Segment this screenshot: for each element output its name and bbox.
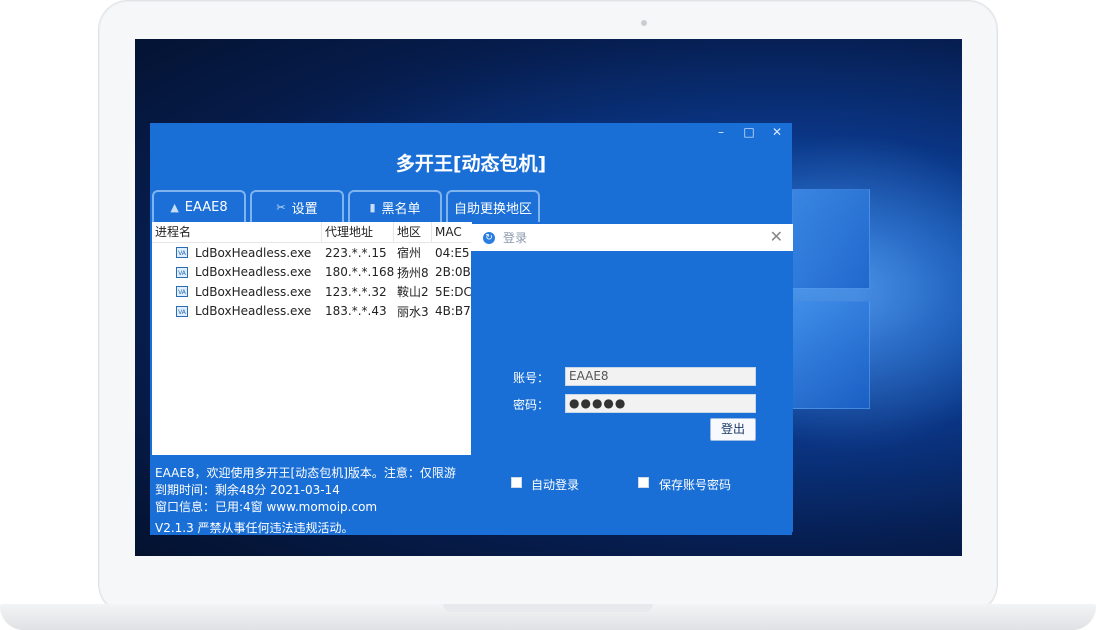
mac-cell: 4B:B7 <box>435 304 471 319</box>
process-name: LdBoxHeadless.exe <box>195 304 312 319</box>
tab-label: 自助更换地区 <box>453 201 532 217</box>
logout-button[interactable]: 登出 <box>710 418 756 441</box>
table-row[interactable]: VA LdBoxHeadless.exe 183.*.*.43 丽水3 4B:B7 <box>152 302 472 322</box>
tab-change-region[interactable]: 自助更换地区 <box>446 190 540 222</box>
maximize-button[interactable]: □ <box>742 125 756 141</box>
tools-icon: ✂ <box>276 200 286 214</box>
process-name: LdBoxHeadless.exe <box>195 265 312 280</box>
table-header: 进程名 代理地址 地区 MAC <box>152 222 472 243</box>
region-cell: 扬州8 <box>397 265 429 280</box>
login-title: 登录 <box>503 231 528 245</box>
process-cell: VA LdBoxHeadless.exe <box>152 285 322 299</box>
password-field[interactable]: ●●●●● <box>565 394 756 413</box>
tab-account[interactable]: ▲ EAAE8 <box>152 190 246 222</box>
column-header-region[interactable]: 地区 <box>394 222 432 242</box>
status-panel: EAAE8，欢迎使用多开王[动态包机]版本。注意：仅限游 到期时间：剩余48分 … <box>155 465 473 516</box>
app-title: 多开王[动态包机] <box>395 153 547 175</box>
account-label: 账号： <box>513 371 550 385</box>
desktop-screen: – □ ✕ 多开王[动态包机] ▲ EAAE8 ✂ 设置 ▮ 黑名单 自助更换地… <box>135 39 962 556</box>
window-controls: – □ ✕ <box>714 125 784 141</box>
app-logo-icon: ↻ <box>483 231 495 244</box>
window-info-text: 窗口信息：已用:4窗 www.momoip.com <box>155 500 378 514</box>
process-cell: VA LdBoxHeadless.exe <box>152 246 322 260</box>
windows-logo-pane-bottom-right <box>792 301 870 409</box>
table-row[interactable]: VA LdBoxHeadless.exe 223.*.*.15 宿州 04:E5 <box>152 243 472 263</box>
exe-icon: VA <box>176 305 188 317</box>
tab-label: 黑名单 <box>381 201 421 217</box>
mac-cell: 5E:DC <box>435 284 472 299</box>
proxy-cell: 183.*.*.43 <box>325 304 387 319</box>
proxy-cell: 223.*.*.15 <box>325 245 387 260</box>
process-cell: VA LdBoxHeadless.exe <box>152 265 322 279</box>
process-name: LdBoxHeadless.exe <box>195 284 312 299</box>
version-text: V2.1.3 严禁从事任何违法违规活动。 <box>155 521 354 535</box>
region-cell: 宿州 <box>397 246 422 261</box>
windows-logo-pane-top-right <box>792 189 870 289</box>
login-titlebar: ↻ 登录 ✕ <box>471 224 793 251</box>
column-header-process[interactable]: 进程名 <box>152 222 322 242</box>
tab-settings[interactable]: ✂ 设置 <box>250 190 344 222</box>
region-cell: 鞍山2 <box>397 285 429 300</box>
login-close-button[interactable]: ✕ <box>770 228 783 246</box>
tab-label: EAAE8 <box>184 199 228 215</box>
camera-dot <box>641 20 647 26</box>
minimize-button[interactable]: – <box>714 125 728 141</box>
close-button[interactable]: ✕ <box>770 125 784 141</box>
save-password-checkbox[interactable] <box>638 477 649 488</box>
laptop-base-notch <box>443 604 653 612</box>
exe-icon: VA <box>176 247 188 259</box>
password-label: 密码： <box>513 398 550 412</box>
auto-login-checkbox[interactable] <box>511 477 522 488</box>
auto-login-label: 自动登录 <box>531 478 580 492</box>
save-password-label: 保存账号密码 <box>659 478 732 492</box>
process-cell: VA LdBoxHeadless.exe <box>152 304 322 318</box>
mac-cell: 04:E5 <box>435 245 470 260</box>
process-table: 进程名 代理地址 地区 MAC VA LdBoxHeadless.exe 223.… <box>152 222 472 455</box>
welcome-text: EAAE8，欢迎使用多开王[动态包机]版本。注意：仅限游 <box>155 466 456 480</box>
account-field[interactable]: EAAE8 <box>565 367 756 386</box>
login-dialog: ↻ 登录 ✕ 账号： EAAE8 密码： ●●●●● 登出 自动登录 保存账号密… <box>471 224 793 532</box>
tab-label: 设置 <box>291 201 318 217</box>
column-header-mac[interactable]: MAC <box>432 222 472 242</box>
process-name: LdBoxHeadless.exe <box>195 245 312 260</box>
table-row[interactable]: VA LdBoxHeadless.exe 180.*.*.168 扬州8 2B:0… <box>152 263 472 283</box>
expiry-text: 到期时间：剩余48分 2021-03-14 <box>155 483 340 497</box>
exe-icon: VA <box>176 266 188 278</box>
region-cell: 丽水3 <box>397 304 429 319</box>
proxy-cell: 123.*.*.32 <box>325 284 387 299</box>
proxy-cell: 180.*.*.168 <box>325 265 394 280</box>
user-icon: ▲ <box>170 200 179 214</box>
tab-bar: ▲ EAAE8 ✂ 设置 ▮ 黑名单 自助更换地区 <box>152 190 540 222</box>
column-header-proxy[interactable]: 代理地址 <box>322 222 394 242</box>
mac-cell: 2B:0B <box>435 265 471 280</box>
tab-blacklist[interactable]: ▮ 黑名单 <box>348 190 442 222</box>
trash-icon: ▮ <box>369 200 376 214</box>
table-row[interactable]: VA LdBoxHeadless.exe 123.*.*.32 鞍山2 5E:DC <box>152 282 472 302</box>
exe-icon: VA <box>176 286 188 298</box>
